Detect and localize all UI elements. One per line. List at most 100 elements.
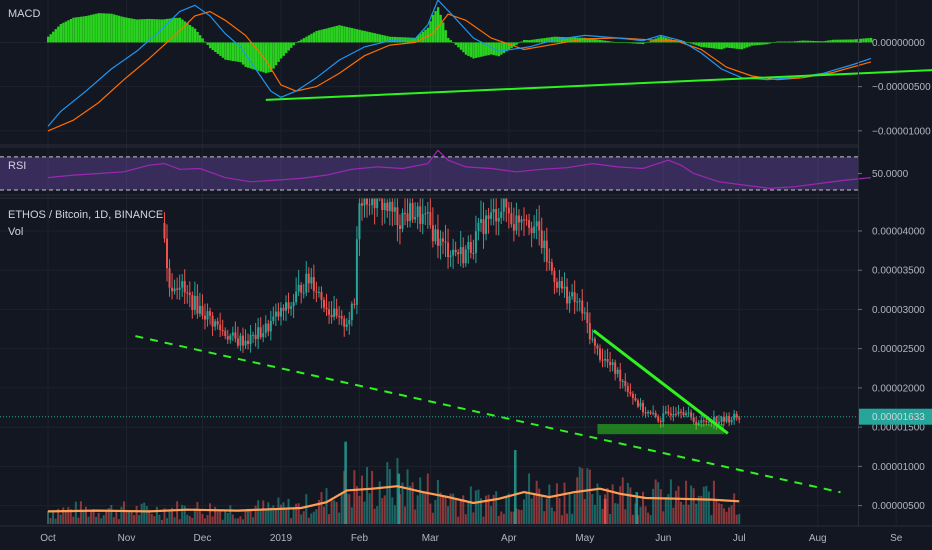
volume-bar bbox=[419, 477, 422, 524]
macd-histogram-bar bbox=[745, 42, 749, 48]
candle-body bbox=[490, 212, 493, 219]
volume-bar bbox=[467, 502, 470, 524]
candle-body bbox=[566, 286, 569, 304]
volume-bar bbox=[206, 514, 209, 524]
volume-bar bbox=[558, 498, 561, 524]
candle-body bbox=[553, 270, 556, 283]
symbol-title[interactable]: ETHOS / Bitcoin, 1D, BINANCE bbox=[8, 209, 163, 221]
candle-body bbox=[254, 334, 257, 340]
macd-histogram-bar bbox=[282, 42, 285, 56]
candle-body bbox=[259, 327, 262, 338]
volume-bar bbox=[672, 507, 675, 524]
macd-histogram-bar bbox=[502, 42, 506, 53]
candle-body bbox=[411, 203, 414, 220]
macd-histogram-bar bbox=[824, 40, 827, 43]
candle-body bbox=[424, 213, 427, 215]
volume-bar bbox=[657, 482, 660, 524]
macd-histogram-bar bbox=[452, 42, 455, 44]
volume-bar bbox=[674, 490, 677, 524]
macd-histogram-bar bbox=[193, 28, 197, 43]
volume-bar bbox=[211, 516, 214, 524]
macd-histogram-bar bbox=[723, 42, 726, 49]
candle-body bbox=[598, 348, 601, 360]
macd-histogram-bar bbox=[115, 15, 118, 43]
macd-histogram-bar bbox=[363, 30, 366, 43]
volume-bar bbox=[409, 485, 412, 524]
time-axis-label: Nov bbox=[118, 533, 136, 544]
volume-bar bbox=[112, 517, 115, 524]
volume-bar bbox=[173, 517, 176, 524]
volume-bar bbox=[297, 503, 300, 524]
candle-body bbox=[315, 291, 318, 293]
macd-histogram-bar bbox=[601, 40, 604, 43]
candle-body bbox=[381, 198, 384, 211]
candle-body bbox=[462, 247, 465, 264]
candle-body bbox=[576, 301, 579, 303]
candle-body bbox=[305, 273, 308, 293]
macd-histogram-bar bbox=[733, 42, 736, 49]
macd-histogram-bar bbox=[517, 42, 521, 44]
candle-body bbox=[530, 227, 533, 234]
candle-body bbox=[386, 202, 389, 212]
candle-body bbox=[257, 327, 260, 340]
macd-histogram-bar bbox=[864, 38, 868, 43]
macd-histogram-bar bbox=[224, 42, 227, 60]
volume-bar bbox=[105, 510, 108, 524]
volume-label: Vol bbox=[8, 226, 24, 238]
volume-bar bbox=[257, 500, 260, 524]
macd-histogram-bar bbox=[781, 41, 784, 43]
macd-histogram-bar bbox=[799, 40, 802, 43]
candle-body bbox=[426, 212, 429, 214]
volume-bar bbox=[153, 516, 156, 524]
volume-bar bbox=[563, 482, 566, 524]
macd-histogram-bar bbox=[606, 41, 609, 43]
candle-body bbox=[502, 198, 505, 212]
macd-histogram-bar bbox=[695, 42, 698, 46]
volume-bar bbox=[644, 506, 647, 524]
macd-histogram-bar bbox=[181, 19, 184, 43]
macd-histogram-bar bbox=[441, 22, 445, 43]
candle-body bbox=[568, 296, 571, 304]
volume-bar bbox=[62, 507, 65, 524]
macd-histogram-bar bbox=[285, 42, 288, 54]
volume-bar bbox=[568, 494, 571, 524]
volume-bar bbox=[513, 450, 517, 524]
candle-body bbox=[674, 414, 677, 416]
candle-body bbox=[234, 332, 237, 339]
macd-histogram-bar bbox=[62, 22, 65, 43]
candle-body bbox=[644, 412, 647, 414]
macd-histogram-bar bbox=[702, 42, 706, 48]
candle-body bbox=[317, 291, 320, 293]
volume-bar bbox=[652, 488, 655, 524]
candle-body bbox=[543, 240, 546, 249]
candle-body bbox=[614, 362, 617, 374]
volume-bar bbox=[591, 494, 594, 524]
macd-histogram-bar bbox=[355, 29, 359, 43]
macd-histogram-bar bbox=[692, 42, 696, 45]
candle-body bbox=[282, 307, 285, 311]
macd-histogram-bar bbox=[226, 42, 230, 61]
volume-bar bbox=[259, 509, 262, 524]
volume-bar bbox=[300, 514, 303, 524]
macd-histogram-bar bbox=[72, 17, 75, 43]
macd-histogram-bar bbox=[125, 17, 128, 43]
candle-body bbox=[636, 400, 639, 407]
candle-body bbox=[398, 225, 401, 229]
macd-histogram-bar bbox=[712, 42, 716, 49]
volume-bar bbox=[545, 498, 548, 524]
macd-histogram-bar bbox=[191, 26, 194, 43]
support-zone[interactable] bbox=[597, 423, 725, 435]
volume-bar bbox=[203, 518, 206, 524]
trading-chart[interactable]: 0.00000000 −0.00000500 −0.00001000 50.0000 0… bbox=[0, 0, 932, 550]
volume-bar bbox=[47, 510, 49, 524]
volume-bar bbox=[120, 506, 123, 524]
candle-body bbox=[393, 207, 396, 212]
macd-histogram-bar bbox=[472, 42, 475, 59]
macd-histogram-bar bbox=[525, 40, 528, 43]
macd-histogram-bar bbox=[783, 41, 787, 43]
macd-histogram-bar bbox=[611, 41, 615, 43]
macd-histogram-bar bbox=[788, 41, 792, 43]
macd-histogram-bar bbox=[302, 38, 306, 43]
volume-bar bbox=[285, 507, 288, 524]
candle-body bbox=[348, 319, 351, 325]
